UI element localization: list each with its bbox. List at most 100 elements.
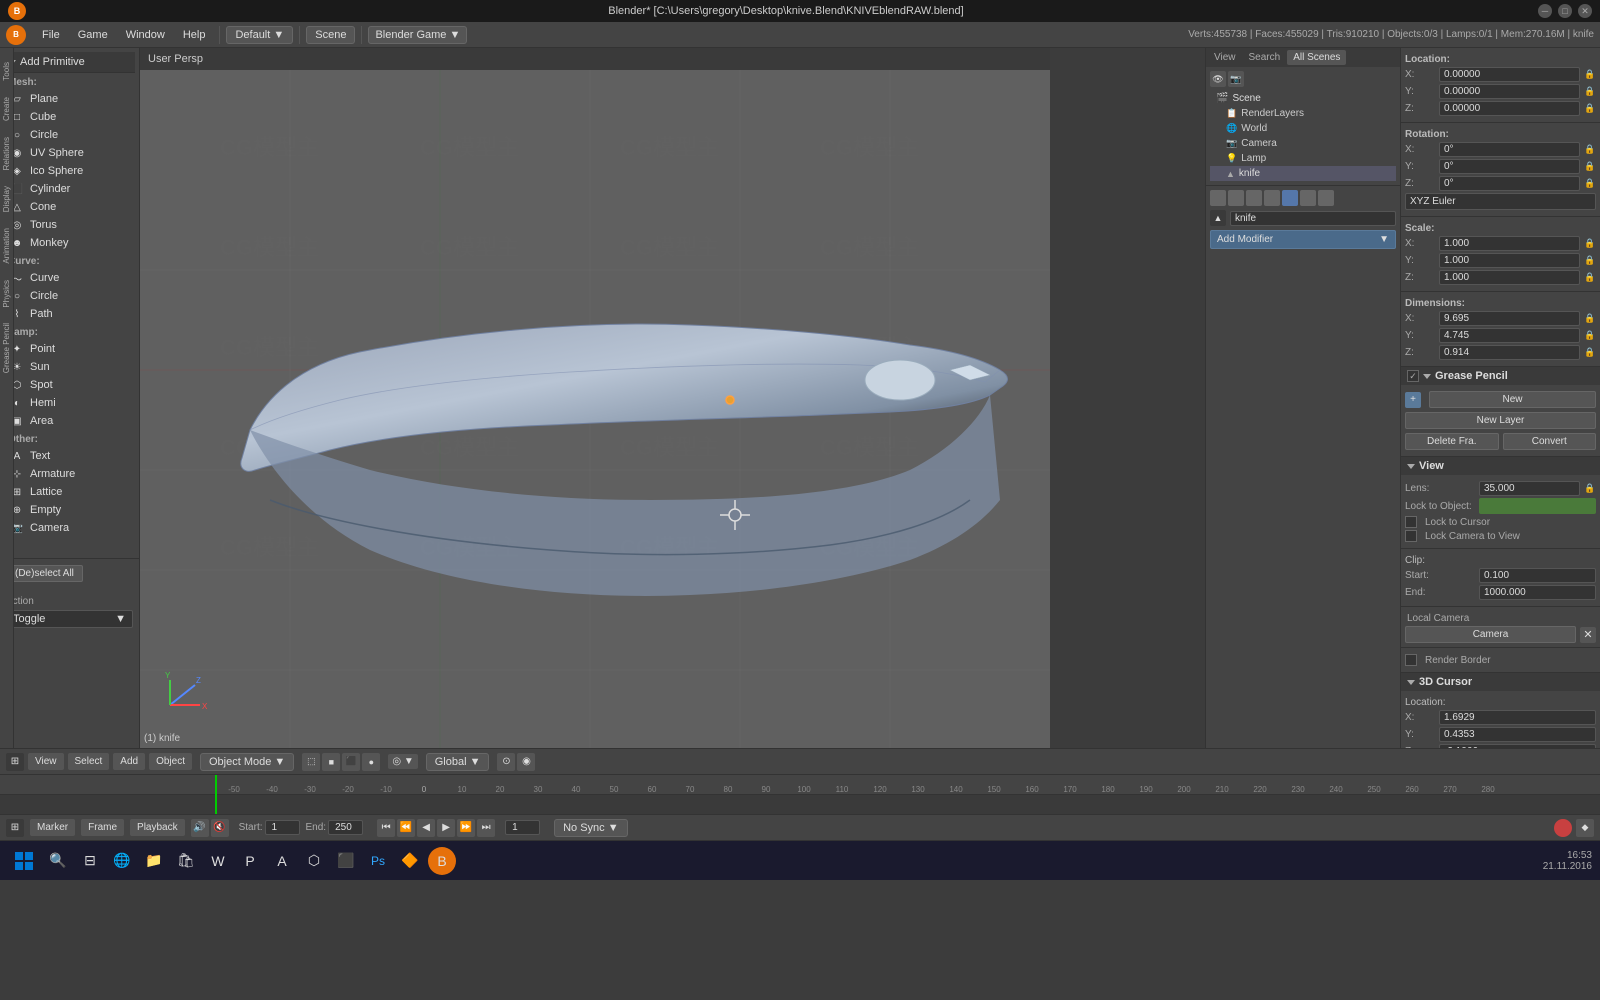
viewport[interactable]: User Persp CG模型主 CG模型主 CG模型主 CG模型主 CG模型主… (140, 48, 1050, 748)
obj-icon-3[interactable] (1246, 190, 1262, 206)
obj-icon-5-active[interactable] (1282, 190, 1298, 206)
play-reverse-button[interactable]: ◀ (417, 819, 435, 837)
timeline-playhead[interactable] (215, 775, 217, 814)
tab-search[interactable]: Search (1243, 50, 1287, 65)
sidebar-item-text[interactable]: A Text (4, 447, 135, 465)
scene-item-world[interactable]: 🌐 World (1210, 121, 1396, 136)
timeline-icon[interactable]: ⊞ (6, 819, 24, 837)
rot-y-value[interactable]: 0° (1439, 159, 1580, 174)
marker-btn[interactable]: Marker (30, 819, 75, 836)
obj-icon-1[interactable] (1210, 190, 1226, 206)
proportional-edit-button[interactable]: ◉ (517, 753, 535, 771)
rot-y-lock-icon[interactable]: 🔒 (1584, 161, 1596, 173)
no-sync-button[interactable]: No Sync ▼ (554, 819, 628, 837)
scene-item-renderlayers[interactable]: 📋 RenderLayers (1210, 106, 1396, 121)
sidebar-item-cube[interactable]: □ Cube (4, 108, 135, 126)
taskbar-app3-icon[interactable]: ⬛ (332, 847, 360, 875)
shading-render-btn[interactable]: ● (362, 753, 380, 771)
cursor-y-value[interactable]: 0.4353 (1439, 727, 1596, 742)
cursor-3d-section-header[interactable]: 3D Cursor (1401, 673, 1600, 691)
sidebar-item-sun[interactable]: ☀ Sun (4, 358, 135, 376)
dim-x-lock-icon[interactable]: 🔒 (1584, 313, 1596, 325)
sidebar-item-empty[interactable]: ⊕ Empty (4, 501, 135, 519)
tab-animation[interactable]: Animation (1, 224, 12, 268)
obj-icon-6[interactable] (1300, 190, 1316, 206)
scene-item-camera[interactable]: 📷 Camera (1210, 136, 1396, 151)
object-name-input[interactable]: knife (1230, 211, 1396, 226)
sidebar-item-icosphere[interactable]: ◈ Ico Sphere (4, 162, 135, 180)
scale-x-lock-icon[interactable]: 🔒 (1584, 238, 1596, 250)
start-button[interactable] (8, 847, 40, 875)
tab-tools[interactable]: Tools (1, 58, 12, 85)
scene-view-icon[interactable]: 👁 (1210, 71, 1226, 87)
menu-file[interactable]: File (34, 26, 68, 44)
sidebar-item-spot[interactable]: ⬡ Spot (4, 376, 135, 394)
sidebar-item-torus[interactable]: ◎ Torus (4, 216, 135, 234)
sidebar-item-path[interactable]: ⌇ Path (4, 305, 135, 323)
object-menu-button[interactable]: Object (149, 753, 192, 770)
loc-z-value[interactable]: 0.00000 (1439, 101, 1580, 116)
lock-to-cursor-checkbox[interactable] (1405, 516, 1417, 528)
grease-pencil-new-button[interactable]: New (1429, 391, 1596, 408)
taskbar-app1-icon[interactable]: A (268, 847, 296, 875)
action-selector[interactable]: Toggle ▼ (6, 610, 133, 628)
tab-view[interactable]: View (1208, 50, 1242, 65)
obj-icon-7[interactable] (1318, 190, 1334, 206)
rot-x-value[interactable]: 0° (1439, 142, 1580, 157)
engine-selector[interactable]: Blender Game ▼ (368, 26, 467, 44)
sidebar-item-curve-circle[interactable]: ○ Circle (4, 287, 135, 305)
menu-game[interactable]: Game (70, 26, 116, 44)
sidebar-item-monkey[interactable]: ☻ Monkey (4, 234, 135, 252)
taskbar-taskvw-icon[interactable]: ⊟ (76, 847, 104, 875)
sidebar-item-uvsphere[interactable]: ◉ UV Sphere (4, 144, 135, 162)
menu-window[interactable]: Window (118, 26, 173, 44)
loc-y-value[interactable]: 0.00000 (1439, 84, 1580, 99)
tab-physics[interactable]: Physics (1, 276, 12, 312)
scale-x-value[interactable]: 1.000 (1439, 236, 1580, 251)
skip-start-button[interactable]: ⏮ (377, 819, 395, 837)
taskbar-folder-icon[interactable]: 📁 (140, 847, 168, 875)
scene-item-lamp[interactable]: 💡 Lamp (1210, 151, 1396, 166)
frame-btn[interactable]: Frame (81, 819, 124, 836)
dim-y-lock-icon[interactable]: 🔒 (1584, 330, 1596, 342)
grease-pencil-checkbox[interactable] (1407, 370, 1419, 382)
sidebar-item-camera[interactable]: 📷 Camera (4, 519, 135, 537)
scale-y-value[interactable]: 1.000 (1439, 253, 1580, 268)
pivot-selector[interactable]: ◎ ▼ (388, 754, 417, 769)
lock-camera-checkbox[interactable] (1405, 530, 1417, 542)
deselect-all-button[interactable]: (De)select All (6, 565, 83, 582)
maximize-button[interactable]: □ (1558, 4, 1572, 18)
view-section-header[interactable]: View (1401, 457, 1600, 475)
lens-value[interactable]: 35.000 (1479, 481, 1580, 496)
scale-y-lock-icon[interactable]: 🔒 (1584, 255, 1596, 267)
audio-speaker-icon[interactable]: 🔊 (191, 819, 209, 837)
play-button[interactable]: ▶ (437, 819, 455, 837)
render-border-checkbox[interactable] (1405, 654, 1417, 666)
taskbar-blender-icon[interactable]: B (428, 847, 456, 875)
minimize-button[interactable]: ─ (1538, 4, 1552, 18)
dim-y-value[interactable]: 4.745 (1439, 328, 1580, 343)
sidebar-item-curve[interactable]: 〜 Curve (4, 269, 135, 287)
add-primitive-header[interactable]: Add Primitive (4, 52, 135, 73)
viewport-icon-small[interactable]: ⊞ (6, 753, 24, 771)
prev-frame-button[interactable]: ⏪ (397, 819, 415, 837)
scene-item-knife[interactable]: ▲ knife (1210, 166, 1396, 181)
shading-wire-btn[interactable]: ⬚ (302, 753, 320, 771)
local-camera-button[interactable]: Camera (1405, 626, 1576, 643)
shading-texture-btn[interactable]: ⬛ (342, 753, 360, 771)
sidebar-item-hemi[interactable]: ◐ Hemi (4, 394, 135, 412)
rot-x-lock-icon[interactable]: 🔒 (1584, 144, 1596, 156)
scene-selector[interactable]: Scene (306, 26, 355, 44)
clip-start-value[interactable]: 0.100 (1479, 568, 1596, 583)
scale-z-value[interactable]: 1.000 (1439, 270, 1580, 285)
sidebar-item-plane[interactable]: ▱ Plane (4, 90, 135, 108)
mode-selector[interactable]: Default ▼ (226, 26, 293, 44)
rot-z-lock-icon[interactable]: 🔒 (1584, 178, 1596, 190)
taskbar-edge-icon[interactable]: 🌐 (108, 847, 136, 875)
rotation-mode-selector[interactable]: XYZ Euler (1405, 193, 1596, 210)
taskbar-store-icon[interactable]: 🛍 (172, 847, 200, 875)
object-mode-selector[interactable]: Object Mode ▼ (200, 753, 294, 771)
add-menu-button[interactable]: Add (113, 753, 145, 770)
tab-all-scenes[interactable]: All Scenes (1287, 50, 1346, 65)
keyframe-type-button[interactable]: ◆ (1576, 819, 1594, 837)
